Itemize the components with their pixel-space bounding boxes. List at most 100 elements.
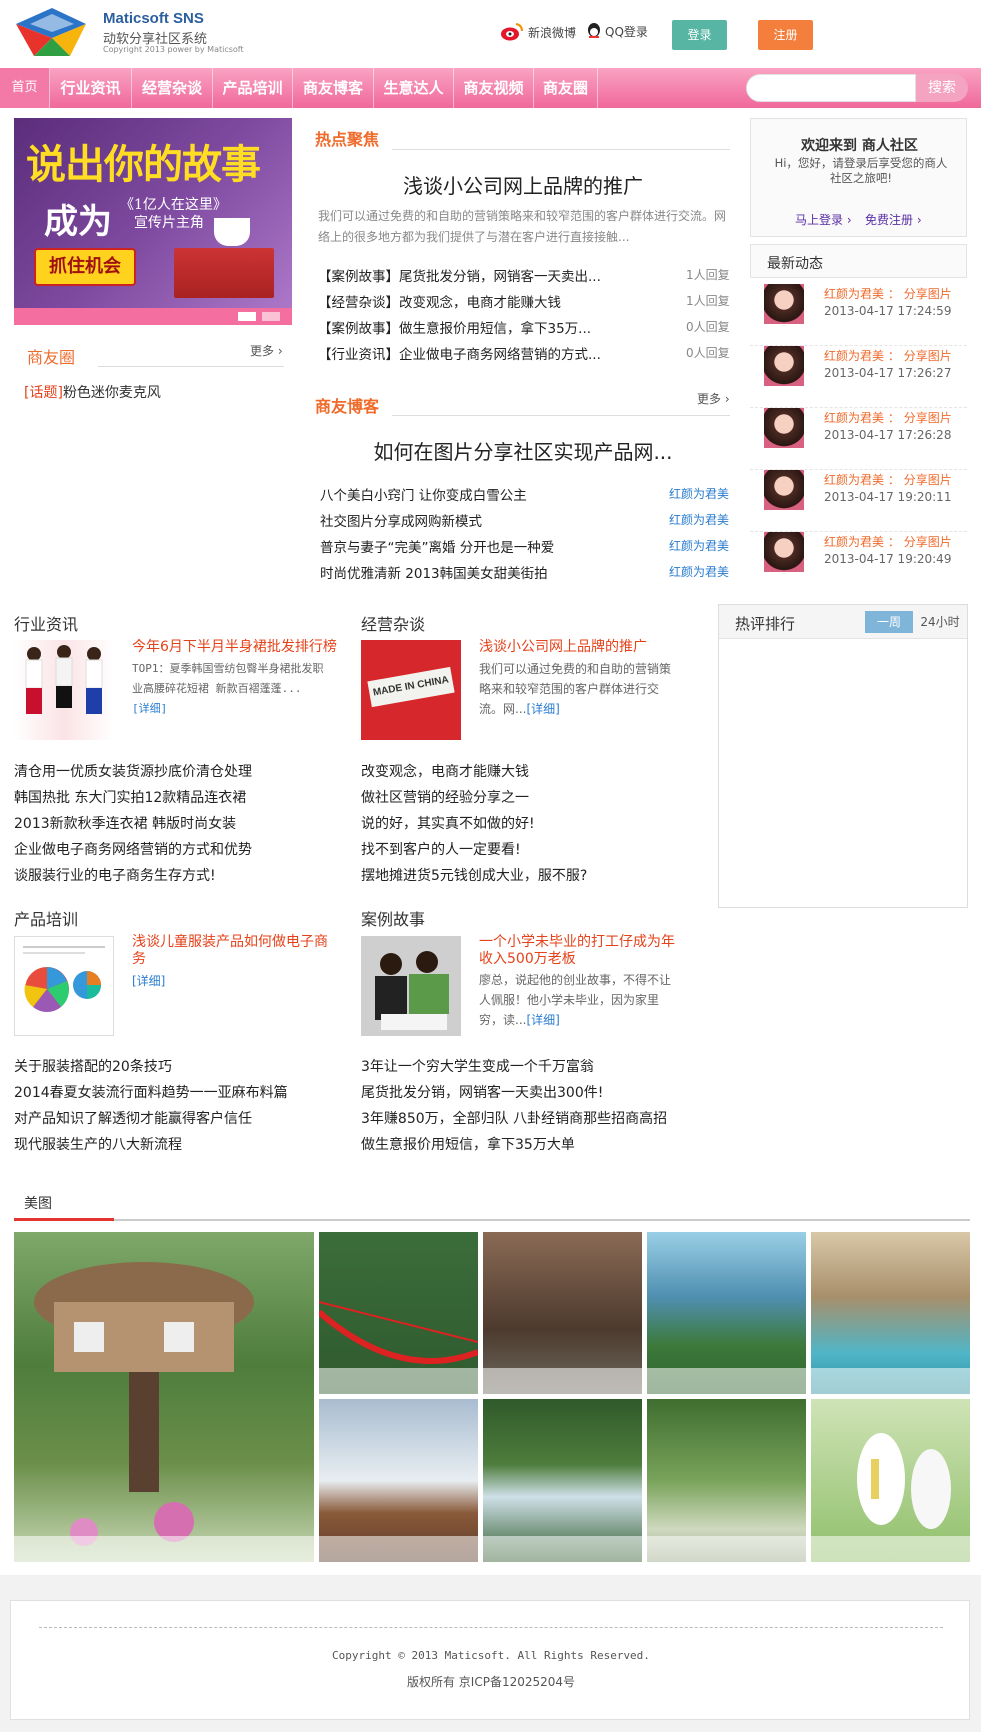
gallery-image-monastery[interactable] xyxy=(319,1399,478,1562)
gallery-image-treehouse[interactable] xyxy=(14,1232,314,1562)
nav-item-video[interactable]: 商友视频 xyxy=(454,68,534,108)
list-item[interactable]: 2014春夏女装流行面料趋势一一亚麻布料篇 xyxy=(14,1082,288,1102)
blog-author[interactable]: 红颜为君美 xyxy=(669,563,729,580)
top-header: Maticsoft SNS 动软分享社区系统 Copyright 2013 po… xyxy=(0,0,981,68)
gallery-image-cave-pool[interactable] xyxy=(811,1232,970,1394)
promo-banner[interactable]: 说出你的故事 成为 《1亿人在这里》 宣传片主角 抓住机会 xyxy=(14,118,292,325)
search-input[interactable] xyxy=(746,74,916,102)
friends-circle-more[interactable]: 更多 › xyxy=(250,342,283,359)
hot-item[interactable]: 【行业资讯】企业做电子商务网络营销的方式... xyxy=(318,343,601,363)
maticsoft-logo[interactable] xyxy=(12,4,90,60)
brand-name: Maticsoft SNS xyxy=(103,10,204,27)
list-item[interactable]: 3年赚850万，全部归队 八卦经销商那些招商高招 xyxy=(361,1108,667,1128)
training-thumb[interactable] xyxy=(14,936,114,1036)
list-item[interactable]: 现代服装生产的八大新流程 xyxy=(14,1134,182,1154)
login-button[interactable]: 登录 xyxy=(672,20,727,50)
business-thumb[interactable]: MADE IN CHINA xyxy=(361,640,461,740)
register-button[interactable]: 注册 xyxy=(758,20,813,50)
detail-link[interactable]: [详细] xyxy=(526,702,559,716)
list-item[interactable]: 做社区营销的经验分享之一 xyxy=(361,787,529,807)
gallery-image-forest-road[interactable] xyxy=(647,1399,806,1562)
gallery-image-waterfall[interactable] xyxy=(483,1399,642,1562)
nav-item-blog[interactable]: 商友博客 xyxy=(293,68,374,108)
gallery-image-cliff[interactable] xyxy=(483,1232,642,1394)
industry-feature-desc: TOP1：夏季韩国雪纺包臀半身裙批发职业高腰碎花短裙 新款百褶蓬蓬... [详细] xyxy=(132,662,324,715)
list-item[interactable]: 2013新款秋季连衣裙 韩版时尚女装 xyxy=(14,813,236,833)
cases-title: 案例故事 xyxy=(361,910,426,929)
blog-item[interactable]: 社交图片分享成网购新模式 xyxy=(320,510,482,530)
tab-24h[interactable]: 24小时 xyxy=(917,611,963,633)
list-item[interactable]: 企业做电子商务网络营销的方式和优势 xyxy=(14,839,252,859)
feed-item[interactable]: 红颜为君美 ： 分享图片 2013-04-17 17:24:59 xyxy=(750,284,967,346)
feed-item[interactable]: 红颜为君美 ： 分享图片 2013-04-17 17:26:27 xyxy=(750,346,967,408)
avatar[interactable] xyxy=(764,470,804,510)
industry-feature-title[interactable]: 今年6月下半月半身裙批发排行榜 xyxy=(132,639,342,656)
industry-thumb[interactable] xyxy=(14,640,114,740)
list-item[interactable]: 对产品知识了解透彻才能赢得客户信任 xyxy=(14,1108,252,1128)
blog-item[interactable]: 时尚优雅清新 2013韩国美女甜美街拍 xyxy=(320,562,548,582)
welcome-box: 欢迎来到 商人社区 Hi，您好，请登录后享受您的商人社区之旅吧! 马上登录 › … xyxy=(750,118,967,237)
detail-link[interactable]: [详细] xyxy=(132,974,165,988)
welcome-register-link[interactable]: 免费注册 › xyxy=(865,211,922,228)
feed-user: 红颜为君美 ： 分享图片 xyxy=(824,473,952,487)
nav-item-business[interactable]: 经营杂谈 xyxy=(132,68,213,108)
gallery-image-bridge[interactable] xyxy=(319,1232,478,1394)
nav-item-industry[interactable]: 行业资讯 xyxy=(50,68,132,108)
hot-item[interactable]: 【案例故事】尾货批发分销，网销客一天卖出... xyxy=(318,265,601,285)
feed-item[interactable]: 红颜为君美 ： 分享图片 2013-04-17 19:20:11 xyxy=(750,470,967,532)
nav-item-training[interactable]: 产品培训 xyxy=(213,68,293,108)
business-feature-title[interactable]: 浅谈小公司网上品牌的推广 xyxy=(479,639,689,656)
friends-circle-item[interactable]: [话题]粉色迷你麦克风 xyxy=(24,382,161,402)
blog-author[interactable]: 红颜为君美 xyxy=(669,511,729,528)
nav-item-home[interactable]: 首页 xyxy=(0,68,50,108)
training-feature-title[interactable]: 浅谈儿童服装产品如何做电子商务 xyxy=(132,934,337,968)
blog-more[interactable]: 更多 › xyxy=(697,390,730,407)
welcome-login-link[interactable]: 马上登录 › xyxy=(795,211,852,228)
avatar[interactable] xyxy=(764,532,804,572)
nav-item-circle[interactable]: 商友圈 xyxy=(534,68,598,108)
gallery-image-white-flower[interactable] xyxy=(811,1399,970,1562)
training-detail: [详细] xyxy=(132,971,165,991)
feed-time: 2013-04-17 17:26:28 xyxy=(824,428,952,442)
weibo-login[interactable]: 新浪微博 xyxy=(500,22,576,42)
blog-item[interactable]: 八个美白小窍门 让你变成白雪公主 xyxy=(320,484,527,504)
search-button[interactable]: 搜索 xyxy=(916,74,968,102)
industry-title: 行业资讯 xyxy=(14,615,79,634)
qq-login[interactable]: QQ登录 xyxy=(586,22,648,40)
list-item[interactable]: 3年让一个穷大学生变成一个千万富翁 xyxy=(361,1056,594,1076)
list-item[interactable]: 做生意报价用短信，拿下35万大单 xyxy=(361,1134,575,1154)
avatar[interactable] xyxy=(764,346,804,386)
hot-item[interactable]: 【经营杂谈】改变观念，电商才能赚大钱 xyxy=(318,291,561,311)
banner-dot-2[interactable] xyxy=(262,312,280,321)
list-item[interactable]: 改变观念，电商才能赚大钱 xyxy=(361,761,529,781)
gallery-image-lake[interactable] xyxy=(647,1232,806,1394)
list-item[interactable]: 谈服装行业的电子商务生存方式! xyxy=(14,865,216,885)
banner-dot-1[interactable] xyxy=(238,312,256,321)
blog-item[interactable]: 普京与妻子“完美”离婚 分开也是一种爱 xyxy=(320,536,554,556)
list-item[interactable]: 找不到客户的人一定要看! xyxy=(361,839,521,859)
hot-item[interactable]: 【案例故事】做生意报价用短信，拿下35万... xyxy=(318,317,591,337)
list-item[interactable]: 关于服装搭配的20条技巧 xyxy=(14,1056,172,1076)
hot-focus-headline[interactable]: 浅谈小公司网上品牌的推广 xyxy=(318,170,728,199)
blog-headline[interactable]: 如何在图片分享社区实现产品网... xyxy=(318,436,728,465)
banner-cta[interactable]: 抓住机会 xyxy=(34,248,136,286)
feed-item[interactable]: 红颜为君美 ： 分享图片 2013-04-17 19:20:49 xyxy=(750,532,967,594)
detail-link[interactable]: [详细] xyxy=(526,1013,559,1027)
avatar[interactable] xyxy=(764,408,804,448)
feed-item[interactable]: 红颜为君美 ： 分享图片 2013-04-17 17:26:28 xyxy=(750,408,967,470)
nav-item-experts[interactable]: 生意达人 xyxy=(374,68,454,108)
cases-thumb[interactable] xyxy=(361,936,461,1036)
list-item[interactable]: 韩国热批 东大门实拍12款精品连衣裙 xyxy=(14,787,246,807)
list-item[interactable]: 尾货批发分销，网销客一天卖出300件! xyxy=(361,1082,603,1102)
feed-user: 红颜为君美 ： 分享图片 xyxy=(824,349,952,363)
detail-link[interactable]: [详细] xyxy=(132,702,167,715)
blog-author[interactable]: 红颜为君美 xyxy=(669,537,729,554)
cases-feature-title[interactable]: 一个小学未毕业的打工仔成为年收入500万老板 xyxy=(479,934,679,968)
tab-week[interactable]: 一周 xyxy=(865,611,913,633)
list-item[interactable]: 清仓用一优质女装货源抄底价清仓处理 xyxy=(14,761,252,781)
list-item[interactable]: 摆地摊进货5元钱创成大业，服不服? xyxy=(361,865,587,885)
blog-author[interactable]: 红颜为君美 xyxy=(669,485,729,502)
hot-ranking: 热评排行 一周 24小时 xyxy=(718,604,968,908)
avatar[interactable] xyxy=(764,284,804,324)
list-item[interactable]: 说的好，其实真不如做的好! xyxy=(361,813,535,833)
